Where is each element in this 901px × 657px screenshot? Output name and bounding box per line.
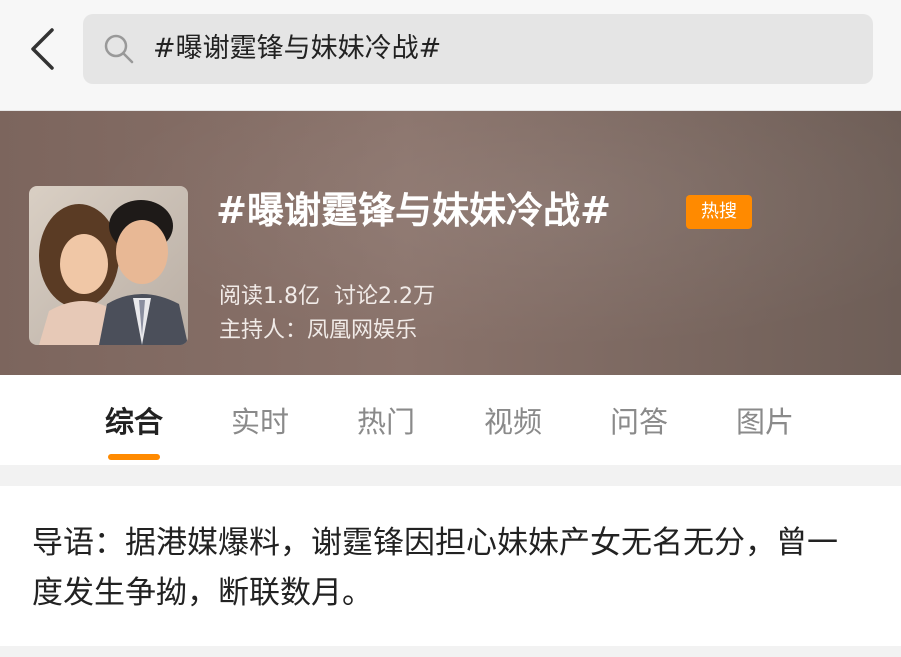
discussion-count: 讨论2.2万 [334,284,435,309]
cover-photo [29,186,188,345]
read-count: 阅读1.8亿 [219,284,320,309]
top-bar: #曝谢霆锋与妹妹冷战# [0,0,901,111]
search-icon [104,34,134,64]
intro-text: 导语：据港媒爆料，谢霆锋因担心妹妹产女无名无分，曾一度发生争拗，断联数月。 [32,525,838,611]
tab-images[interactable]: 图片 [715,375,815,465]
topic-header: #曝谢霆锋与妹妹冷战# 热搜 阅读1.8亿 讨论2.2万 主持人：凤凰网娱乐 [0,111,901,375]
hot-search-badge: 热搜 [686,195,752,229]
tab-bar: 综合 实时 热门 视频 问答 图片 [0,375,901,465]
topic-title: #曝谢霆锋与妹妹冷战# [216,189,612,232]
chevron-left-icon [31,28,54,70]
topic-intro: 导语：据港媒爆料，谢霆锋因担心妹妹产女无名无分，曾一度发生争拗，断联数月。 [0,486,901,646]
topic-stats: 阅读1.8亿 讨论2.2万 [219,282,435,312]
topic-host[interactable]: 主持人：凤凰网娱乐 [219,316,417,346]
tab-realtime[interactable]: 实时 [210,375,310,465]
topic-cover-image[interactable] [29,186,188,345]
tab-popular[interactable]: 热门 [336,375,436,465]
search-query-text: #曝谢霆锋与妹妹冷战# [153,33,442,64]
tab-qa[interactable]: 问答 [589,375,689,465]
active-tab-indicator [108,454,160,460]
search-input[interactable]: #曝谢霆锋与妹妹冷战# [83,14,873,84]
tab-video[interactable]: 视频 [463,375,563,465]
back-button[interactable] [22,26,62,72]
tab-general[interactable]: 综合 [84,375,184,465]
